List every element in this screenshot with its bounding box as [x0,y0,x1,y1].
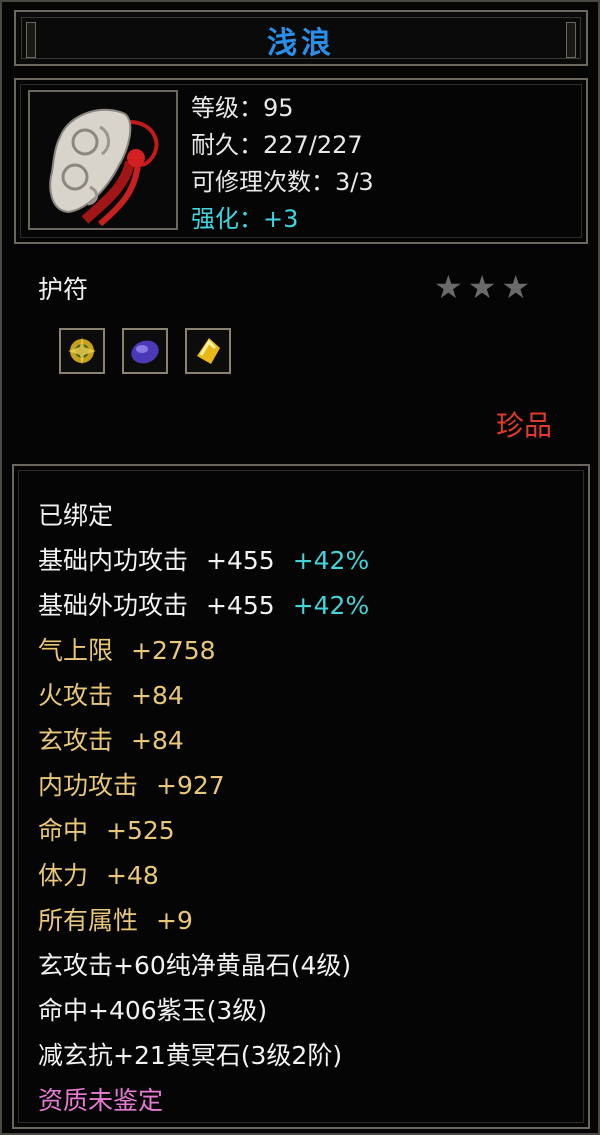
attribute-value: +927 [156,771,225,800]
attribute-value: +9 [156,906,193,935]
quality-status: 资质未鉴定 [38,1086,164,1115]
gem-bonus-row: 命中+406紫玉(3级) [38,996,268,1025]
attribute-row: 基础内功攻击 +455 +42% [38,538,369,583]
level-stat: 等级：95 [191,94,294,122]
attribute-row: 内功攻击 +927 [38,763,369,808]
repair-count-stat: 可修理次数：3/3 [191,168,374,196]
attribute-value: +455 [206,591,275,620]
item-header: 等级：95 耐久：227/227 可修理次数：3/3 强化：+3 [14,78,588,244]
attribute-label: 基础内功攻击 [38,546,189,575]
item-name: 浅浪 [267,26,335,61]
attribute-label: 玄攻击 [38,726,114,755]
attribute-row: 所有属性 +9 [38,898,369,943]
attribute-value: +84 [131,726,184,755]
attribute-row: 命中 +525 [38,808,369,853]
attribute-row: 基础外功攻击 +455 +42% [38,583,369,628]
attribute-value: +48 [106,861,159,890]
attribute-value: +525 [106,816,175,845]
attributes-panel: 已绑定 基础内功攻击 +455 +42% 基础外功攻击 +455 +42% 气上限 +27… [12,464,590,1129]
amulet-icon [28,90,178,230]
durability-stat: 耐久：227/227 [191,131,363,159]
attribute-row: 玄攻击 +84 [38,718,369,763]
attribute-value: +455 [206,546,275,575]
attribute-label: 内功攻击 [38,771,139,800]
gold-gem-icon[interactable] [59,328,105,374]
gem-bonus-row: 玄攻击+60纯净黄晶石(4级) [38,951,352,980]
attribute-label: 命中 [38,816,89,845]
attribute-row: 气上限 +2758 [38,628,369,673]
title-bar: 浅浪 [14,10,588,66]
item-stats: 等级：95 耐久：227/227 可修理次数：3/3 强化：+3 [191,90,374,238]
purple-jade-icon[interactable] [122,328,168,374]
attribute-label: 所有属性 [38,906,139,935]
gem-bonus-row: 减玄抗+21黄冥石(3级2阶) [38,1041,343,1070]
attribute-label: 体力 [38,861,89,890]
attribute-row: 火攻击 +84 [38,673,369,718]
item-category: 护符 [38,275,89,304]
attribute-label: 火攻击 [38,681,114,710]
star-rating: ★★★ [434,268,536,306]
attribute-label: 气上限 [38,636,114,665]
yellow-crystal-icon[interactable] [185,328,231,374]
enhance-stat: 强化：+3 [191,205,299,233]
attribute-list: 已绑定 基础内功攻击 +455 +42% 基础外功攻击 +455 +42% 气上限 +27… [38,493,369,1123]
attribute-label: 基础外功攻击 [38,591,189,620]
attribute-row: 体力 +48 [38,853,369,898]
attribute-bonus: +42% [292,546,370,575]
attribute-value: +2758 [131,636,216,665]
attribute-bonus: +42% [292,591,370,620]
item-tooltip: 浅浪 等级：95 耐久：227/227 可修理次数：3/3 强化：+3 护符 ★… [0,0,600,1135]
rarity-label: 珍品 [495,409,552,442]
attribute-value: +84 [131,681,184,710]
bound-status: 已绑定 [38,501,114,530]
